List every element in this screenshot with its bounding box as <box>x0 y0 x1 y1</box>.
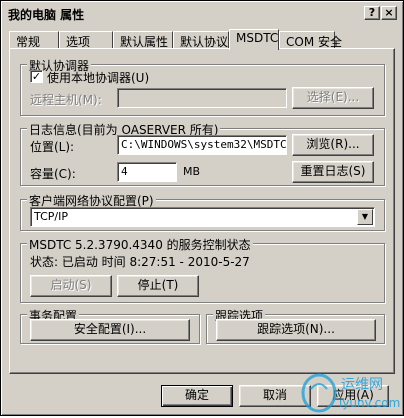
tab-default-properties[interactable]: 默认属性 <box>113 31 173 49</box>
chevron-down-icon[interactable]: ▼ <box>357 209 373 225</box>
tab-options[interactable]: 选项 <box>59 31 113 49</box>
security-config-button[interactable]: 安全配置(I)... <box>30 319 190 341</box>
service-status-group: MSDTC 5.2.3790.4340 的服务控制状态 状态: 已启动 时间 8… <box>20 236 385 303</box>
stop-button[interactable]: 停止(T) <box>117 275 199 297</box>
browse-button[interactable]: 浏览(R)... <box>292 134 374 156</box>
watermark-text-top: 运维网 <box>341 377 383 393</box>
help-icon[interactable]: ? <box>364 6 380 20</box>
client-network-selected: TCP/IP <box>34 210 68 223</box>
start-button[interactable]: 启动(S) <box>30 275 112 297</box>
tab-msdtc[interactable]: MSDTC <box>229 29 279 50</box>
tab-default-protocols[interactable]: 默认协议 <box>173 31 229 49</box>
title-bar[interactable]: 我的电脑 属性 ? × <box>4 4 400 22</box>
log-location-label: 位置(L): <box>30 140 75 154</box>
tracing-options-group: 跟踪选项 跟踪选项(N)... <box>206 307 385 344</box>
log-location-field[interactable]: C:\WINDOWS\system32\MSDTC <box>117 135 287 155</box>
remote-host-label: 远程主机(M): <box>30 93 102 107</box>
watermark: 运维网 iyunv.com <box>297 371 401 415</box>
log-capacity-field[interactable]: 4 <box>117 162 177 182</box>
default-coordinator-group: 默认协调器 ✓ 使用本地协调器(U) 远程主机(M): 选择(E)... <box>20 57 385 116</box>
service-status-text: 状态: 已启动 时间 8:27:51 - 2010-5-27 <box>30 255 250 269</box>
client-network-dropdown[interactable]: TCP/IP ▼ <box>30 207 375 227</box>
select-button[interactable]: 选择(E)... <box>292 87 374 109</box>
ok-button[interactable]: 确定 <box>161 385 233 407</box>
watermark-logo-icon: 运维网 iyunv.com <box>301 373 400 413</box>
close-icon[interactable]: × <box>381 6 397 20</box>
use-local-coordinator-checkbox[interactable]: ✓ <box>30 70 43 83</box>
transaction-config-group: 事务配置 安全配置(I)... <box>20 307 200 344</box>
log-capacity-unit: MB <box>183 165 201 178</box>
service-status-label: MSDTC 5.2.3790.4340 的服务控制状态 <box>27 236 253 253</box>
tab-com-security[interactable]: COM 安全 <box>279 31 342 49</box>
msdtc-tab-panel: 默认协调器 ✓ 使用本地协调器(U) 远程主机(M): 选择(E)... 日志信… <box>9 48 395 374</box>
tracing-options-button[interactable]: 跟踪选项(N)... <box>216 319 376 341</box>
log-info-group: 日志信息(目前为 OASERVER 所有) 位置(L): C:\WINDOWS\… <box>20 121 385 186</box>
reset-log-button[interactable]: 重置日志(S) <box>292 161 374 183</box>
client-network-group: 客户端网络协议配置(P) TCP/IP ▼ <box>20 192 385 231</box>
tab-general[interactable]: 常规 <box>9 31 59 49</box>
remote-host-field[interactable] <box>117 88 287 108</box>
watermark-text-bottom: iyunv.com <box>339 396 400 410</box>
properties-window: 我的电脑 属性 ? × 常规 选项 默认属性 默认协议 MSDTC COM 安全… <box>0 0 404 416</box>
log-capacity-label: 容量(C): <box>30 167 76 181</box>
use-local-coordinator-label: 使用本地协调器(U) <box>47 71 150 85</box>
window-title: 我的电脑 属性 <box>8 8 85 22</box>
